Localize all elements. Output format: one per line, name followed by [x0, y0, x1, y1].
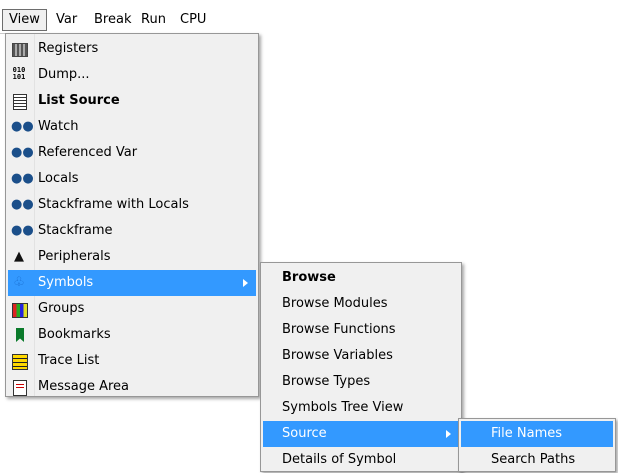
- stackframe-locals-icon: ●●: [11, 197, 34, 212]
- menu-item-label: Browse Modules: [282, 296, 388, 311]
- submenu-arrow-icon: [446, 430, 451, 438]
- referenced-var-icon: ●●: [11, 145, 34, 160]
- menu-item-list-source[interactable]: List Source: [8, 88, 256, 114]
- menu-item-label: Symbols Tree View: [282, 400, 404, 415]
- dump-icon: 010 101: [12, 66, 26, 81]
- menu-item-label: Message Area: [38, 379, 130, 394]
- bookmarks-icon: [16, 328, 24, 342]
- menu-item-watch[interactable]: ●● Watch: [8, 114, 256, 140]
- menu-item-trace-list[interactable]: Trace List: [8, 348, 256, 374]
- menu-item-label: Stackframe with Locals: [38, 197, 189, 212]
- menu-item-label: Bookmarks: [38, 327, 111, 342]
- trace-list-icon: [12, 354, 28, 370]
- menu-item-symbols-tree-view[interactable]: Symbols Tree View: [263, 395, 459, 421]
- menu-item-label: Browse Functions: [282, 322, 396, 337]
- peripherals-icon: ▲: [14, 249, 24, 264]
- groups-icon: [12, 303, 28, 318]
- menu-item-bookmarks[interactable]: Bookmarks: [8, 322, 256, 348]
- menu-item-locals[interactable]: ●● Locals: [8, 166, 256, 192]
- menu-item-label: Groups: [38, 301, 85, 316]
- menu-item-browse-variables[interactable]: Browse Variables: [263, 343, 459, 369]
- menu-item-source[interactable]: Source: [263, 421, 459, 447]
- menu-item-message-area[interactable]: Message Area: [8, 374, 256, 400]
- menu-item-label: Browse: [282, 270, 336, 285]
- list-source-icon: [13, 94, 27, 110]
- view-menu: Registers 010 101 Dump... List Source ●● …: [5, 33, 259, 397]
- menu-bar: View Var Break Run CPU: [0, 0, 256, 34]
- menu-item-stackframe[interactable]: ●● Stackframe: [8, 218, 256, 244]
- menu-item-label: Stackframe: [38, 223, 113, 238]
- menu-item-file-names[interactable]: File Names: [461, 421, 613, 447]
- menu-item-peripherals[interactable]: ▲ Peripherals: [8, 244, 256, 270]
- menu-item-browse-types[interactable]: Browse Types: [263, 369, 459, 395]
- menu-item-label: Browse Types: [282, 374, 371, 389]
- menu-item-search-paths[interactable]: Search Paths: [461, 447, 613, 473]
- menu-item-label: Dump...: [38, 67, 90, 82]
- menu-item-label: Referenced Var: [38, 145, 138, 160]
- watch-icon: ●●: [11, 119, 34, 134]
- menu-item-symbols[interactable]: ♧ Symbols: [8, 270, 256, 296]
- menu-run[interactable]: Run: [135, 9, 172, 31]
- menu-item-label: File Names: [491, 426, 563, 441]
- menu-item-browse[interactable]: Browse: [263, 265, 459, 291]
- menu-item-label: List Source: [38, 93, 120, 108]
- symbols-submenu: Browse Browse Modules Browse Functions B…: [260, 262, 462, 472]
- menu-item-stackframe-with-locals[interactable]: ●● Stackframe with Locals: [8, 192, 256, 218]
- menu-item-dump[interactable]: 010 101 Dump...: [8, 62, 256, 88]
- menu-item-groups[interactable]: Groups: [8, 296, 256, 322]
- menu-cpu[interactable]: CPU: [174, 9, 212, 31]
- menu-item-referenced-var[interactable]: ●● Referenced Var: [8, 140, 256, 166]
- menu-item-browse-modules[interactable]: Browse Modules: [263, 291, 459, 317]
- menu-item-label: Source: [282, 426, 327, 441]
- menu-item-label: Trace List: [38, 353, 100, 368]
- menu-item-label: Registers: [38, 41, 99, 56]
- symbols-icon: ♧: [13, 275, 25, 290]
- menu-item-label: Peripherals: [38, 249, 111, 264]
- menu-item-label: Locals: [38, 171, 79, 186]
- menu-item-label: Search Paths: [491, 452, 576, 467]
- registers-icon: [12, 43, 28, 57]
- menu-item-registers[interactable]: Registers: [8, 36, 256, 62]
- menu-item-label: Watch: [38, 119, 79, 134]
- menu-var[interactable]: Var: [50, 9, 83, 31]
- menu-item-details-of-symbol[interactable]: Details of Symbol: [263, 447, 459, 473]
- menu-item-label: Browse Variables: [282, 348, 393, 363]
- source-submenu: File Names Search Paths: [458, 418, 616, 472]
- menu-item-label: Details of Symbol: [282, 452, 397, 467]
- menu-break[interactable]: Break: [88, 9, 137, 31]
- menu-item-browse-functions[interactable]: Browse Functions: [263, 317, 459, 343]
- menu-item-label: Symbols: [38, 275, 94, 290]
- menu-view[interactable]: View: [2, 9, 47, 31]
- submenu-arrow-icon: [243, 279, 248, 287]
- message-area-icon: [13, 380, 27, 396]
- locals-icon: ●●: [11, 171, 34, 186]
- stackframe-icon: ●●: [11, 223, 34, 238]
